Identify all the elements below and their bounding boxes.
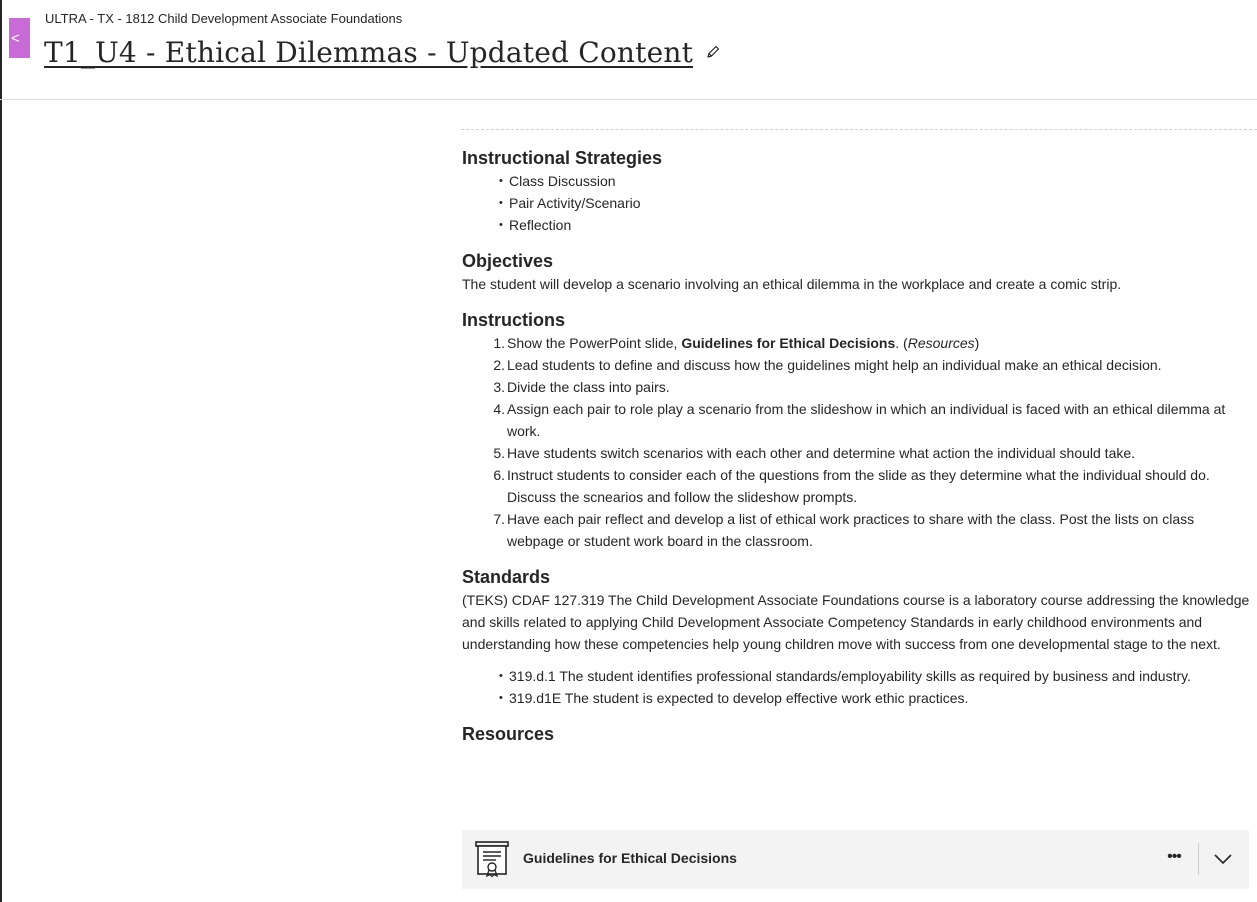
section-standards: Standards (TEKS) CDAF 127.319 The Child … <box>462 565 1252 709</box>
step-text: Show the PowerPoint slide, <box>507 335 682 351</box>
objectives-text: The student will develop a scenario invo… <box>462 276 1122 292</box>
step-text: . ( <box>895 335 908 351</box>
list-number: 6. <box>493 467 505 483</box>
step-italic-text: Resources <box>907 335 975 351</box>
more-options-button[interactable]: ••• <box>1159 846 1189 872</box>
page-title[interactable]: T1_U4 - Ethical Dilemmas - Updated Conte… <box>44 36 693 69</box>
strategies-list: Class Discussion Pair Activity/Scenario … <box>462 170 1252 236</box>
section-heading: Instructional Strategies <box>462 148 663 168</box>
list-number: 4. <box>493 401 505 417</box>
list-item: Pair Activity/Scenario <box>499 192 1252 214</box>
step-text: Have each pair reflect and develop a lis… <box>507 511 1195 549</box>
list-item: 6. Instruct students to consider each of… <box>493 464 1252 508</box>
list-item: 5. Have students switch scenarios with e… <box>493 442 1252 464</box>
section-heading: Standards <box>462 567 551 587</box>
instructions-list: 1. Show the PowerPoint slide, Guidelines… <box>462 332 1252 552</box>
list-number: 2. <box>493 357 505 373</box>
list-item: Reflection <box>499 214 1252 236</box>
list-number: 3. <box>493 379 505 395</box>
step-text: ) <box>974 335 980 351</box>
back-button[interactable]: < <box>9 18 30 58</box>
page-header: ULTRA - TX - 1812 Child Development Asso… <box>0 0 1257 100</box>
section-instructions: Instructions 1. Show the PowerPoint slid… <box>462 308 1252 552</box>
edit-pencil-icon[interactable] <box>705 44 721 60</box>
list-item: 2. Lead students to define and discuss h… <box>493 354 1252 376</box>
list-item: 7. Have each pair reflect and develop a … <box>493 508 1252 552</box>
section-heading: Objectives <box>462 251 554 271</box>
list-item: Class Discussion <box>499 170 1252 192</box>
step-text: Have students switch scenarios with each… <box>507 445 1136 461</box>
list-number: 5. <box>493 445 505 461</box>
step-text: Lead students to define and discuss how … <box>507 357 1162 373</box>
content-divider <box>461 129 1257 130</box>
step-text: Assign each pair to role play a scenario… <box>507 401 1226 439</box>
list-item: 319.d.1 The student identifies professio… <box>499 665 1252 687</box>
resource-item[interactable]: Guidelines for Ethical Decisions ••• <box>462 830 1249 889</box>
section-resources: Resources <box>462 722 1252 746</box>
document-certificate-icon <box>474 840 510 878</box>
left-border <box>0 0 2 902</box>
list-item: 3. Divide the class into pairs. <box>493 376 1252 398</box>
divider <box>1198 843 1199 875</box>
section-heading: Instructions <box>462 310 566 330</box>
list-item: 4. Assign each pair to role play a scena… <box>493 398 1252 442</box>
step-bold-text: Guidelines for Ethical Decisions <box>681 335 896 351</box>
chevron-left-icon: < <box>11 29 20 47</box>
standards-list: 319.d.1 The student identifies professio… <box>462 665 1252 709</box>
list-item: 319.d1E The student is expected to devel… <box>499 687 1252 709</box>
list-item: 1. Show the PowerPoint slide, Guidelines… <box>493 332 1252 354</box>
section-heading: Resources <box>462 724 555 744</box>
section-instructional-strategies: Instructional Strategies Class Discussio… <box>462 146 1252 236</box>
chevron-down-icon[interactable] <box>1211 847 1235 871</box>
document-content: Instructional Strategies Class Discussio… <box>462 146 1252 755</box>
standards-text: (TEKS) CDAF 127.319 The Child Developmen… <box>462 592 1250 652</box>
list-number: 1. <box>493 335 505 351</box>
resource-item-label[interactable]: Guidelines for Ethical Decisions <box>523 850 737 866</box>
list-number: 7. <box>493 511 505 527</box>
step-text: Instruct students to consider each of th… <box>507 467 1210 505</box>
step-text: Divide the class into pairs. <box>507 379 670 395</box>
section-objectives: Objectives The student will develop a sc… <box>462 249 1252 295</box>
course-name: ULTRA - TX - 1812 Child Development Asso… <box>45 11 403 26</box>
